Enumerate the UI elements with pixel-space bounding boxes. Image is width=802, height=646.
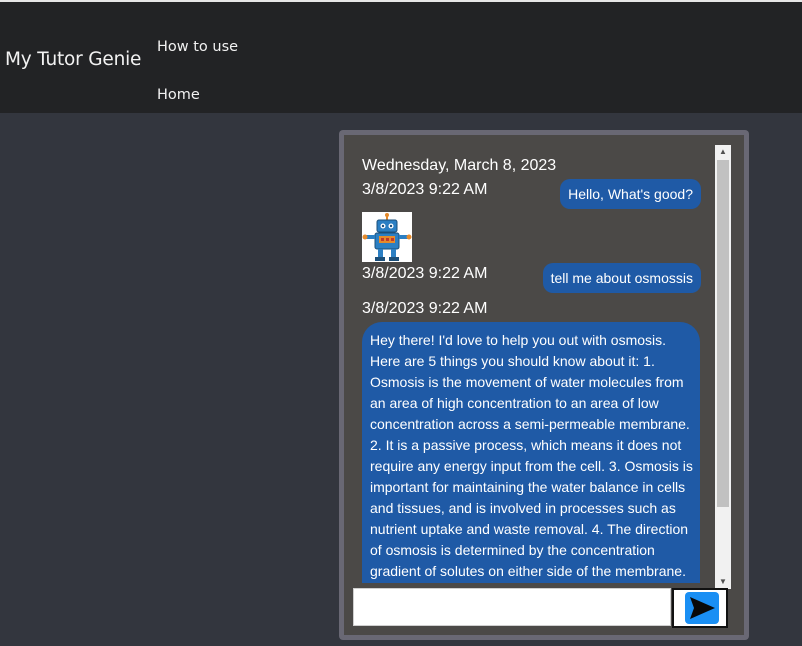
user-message-bubble: Hello, What's good?	[560, 179, 701, 209]
chat-container: Wednesday, March 8, 2023 3/8/2023 9:22 A…	[344, 135, 744, 635]
chat-date-header: Wednesday, March 8, 2023	[362, 157, 557, 174]
scrollbar-thumb[interactable]	[717, 160, 729, 507]
chat-panel: Wednesday, March 8, 2023 3/8/2023 9:22 A…	[339, 130, 749, 640]
nav-link-how-to-use[interactable]: How to use	[157, 39, 238, 55]
scroll-down-icon[interactable]: ▼	[715, 575, 731, 589]
send-button-face	[685, 592, 719, 624]
send-button[interactable]	[672, 588, 728, 628]
send-arrow-icon	[690, 597, 715, 619]
message-timestamp: 3/8/2023 9:22 AM	[362, 265, 488, 282]
user-message-bubble: tell me about osmossis	[542, 263, 701, 293]
scroll-up-icon[interactable]: ▲	[715, 145, 731, 159]
bot-message-bubble: Hey there! I'd love to help you out with…	[362, 322, 700, 583]
message-input[interactable]	[353, 588, 671, 626]
chat-scrollbar[interactable]: ▲ ▼	[715, 145, 731, 589]
message-timestamp: 3/8/2023 9:22 AM	[362, 181, 488, 198]
nav-link-home[interactable]: Home	[157, 87, 200, 103]
message-timestamp: 3/8/2023 9:22 AM	[362, 300, 488, 317]
robot-icon	[362, 212, 412, 262]
navbar: My Tutor Genie How to use Home	[0, 0, 802, 113]
chat-log[interactable]: Wednesday, March 8, 2023 3/8/2023 9:22 A…	[344, 135, 710, 583]
message-input-row	[353, 588, 733, 628]
brand-title[interactable]: My Tutor Genie	[5, 49, 141, 70]
